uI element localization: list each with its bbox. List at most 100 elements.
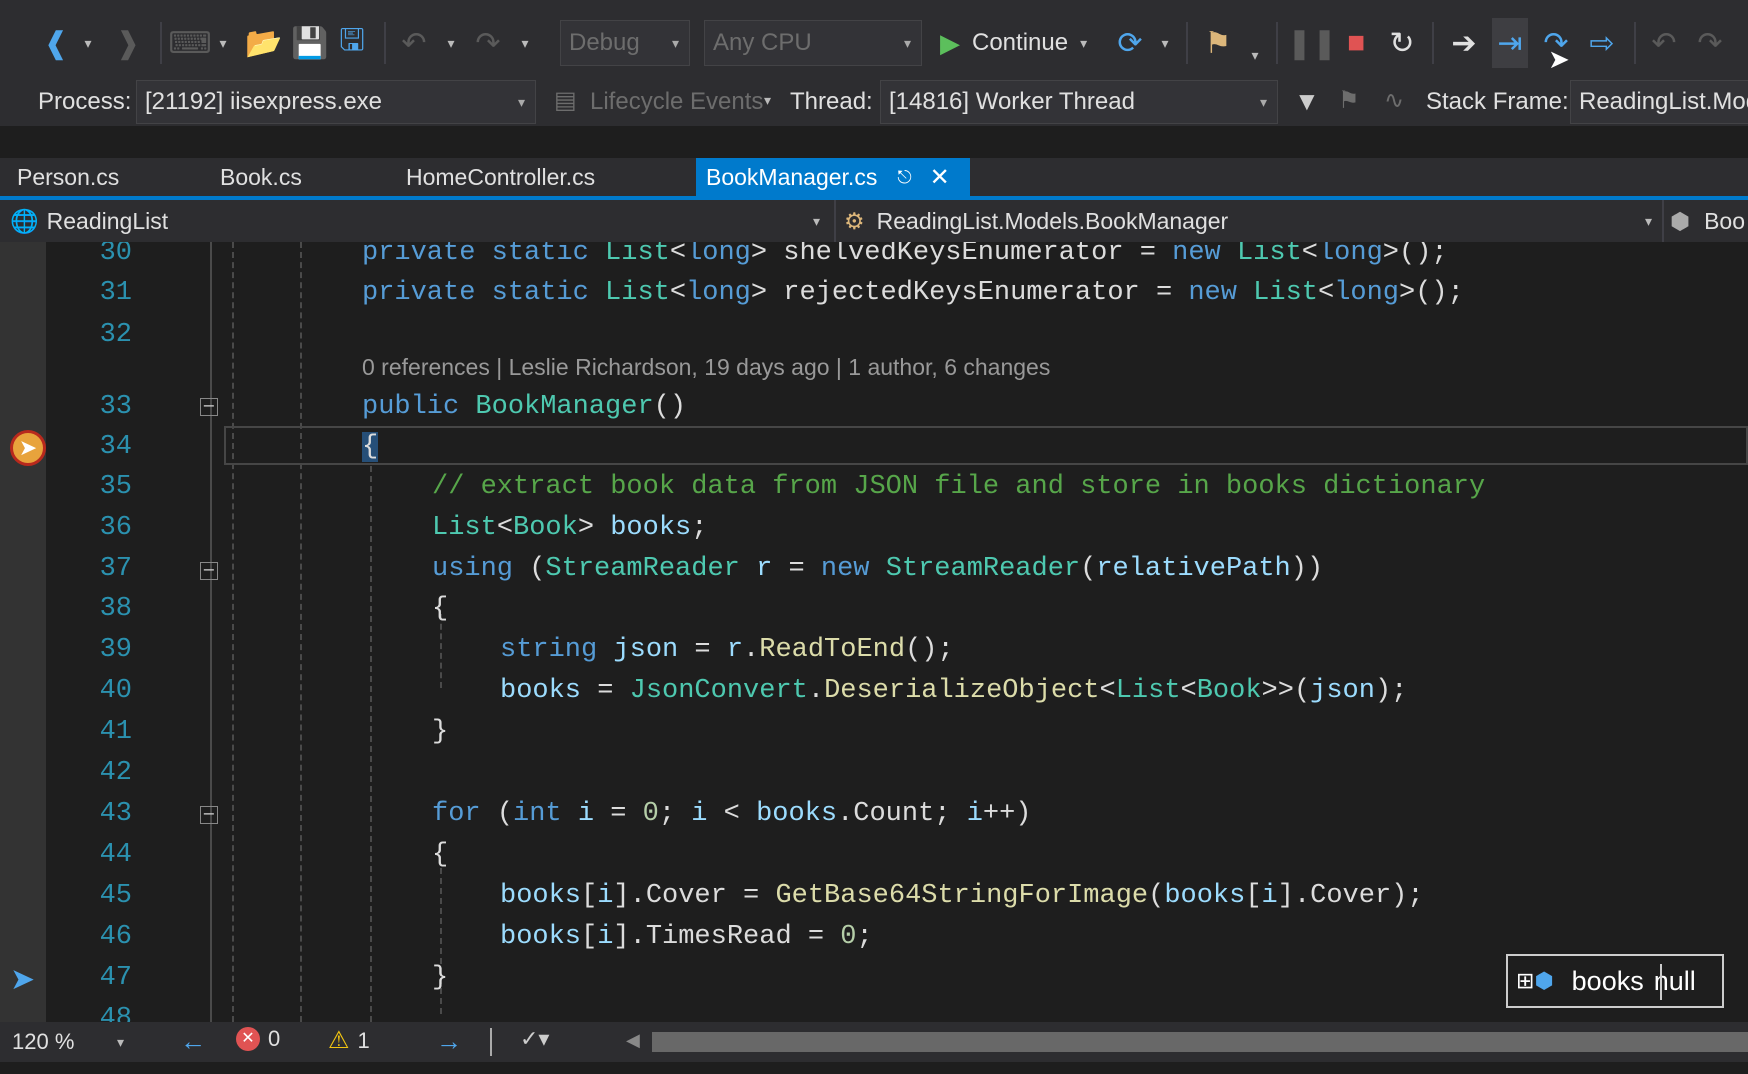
play-icon: ▶ — [940, 27, 960, 58]
code-line[interactable]: 31 private static List<long> rejectedKey… — [0, 274, 1748, 315]
step-back-icon[interactable]: ↶ — [1646, 18, 1682, 68]
code-line[interactable]: 39 string json = r.ReadToEnd(); — [0, 631, 1748, 672]
code-line[interactable]: 32 — [0, 316, 1748, 357]
code-line[interactable]: 41 } — [0, 713, 1748, 754]
flag-threads-icon[interactable]: ⚑ — [1338, 86, 1360, 115]
code-cleanup-icon[interactable]: ✓▾ — [520, 1026, 549, 1052]
line-number: 43 — [99, 799, 132, 829]
previous-issue-icon[interactable]: ← — [180, 1026, 206, 1057]
code-line[interactable]: 44 { — [0, 836, 1748, 877]
save-all-icon[interactable]: 🖫 — [334, 18, 370, 68]
code-line[interactable]: 37 using (StreamReader r = new StreamRea… — [0, 550, 1748, 591]
code-line[interactable]: 42 — [0, 754, 1748, 795]
project-dropdown[interactable]: 🌐 ReadingList ▾ — [10, 206, 820, 236]
scroll-left-icon[interactable]: ◀ — [626, 1030, 640, 1051]
code-line[interactable]: 30 private static List<long> shelvedKeys… — [0, 242, 1748, 275]
code-editor[interactable]: 0 references | Leslie Richardson, 19 day… — [0, 242, 1748, 1022]
platform-value: Any CPU — [713, 29, 812, 56]
code-line[interactable]: 46 books[i].TimesRead = 0; — [0, 918, 1748, 959]
code-line[interactable]: 48 — [0, 1000, 1748, 1022]
continue-button[interactable]: ▶ Continue ▾ — [940, 20, 1087, 66]
save-icon[interactable]: 💾 — [291, 18, 328, 68]
process-select[interactable]: [21192] iisexpress.exe ▾ — [136, 80, 536, 124]
toggle-external-code-icon[interactable]: ∿ — [1384, 86, 1404, 115]
restart-icon[interactable]: ↻ — [1384, 18, 1420, 68]
type-dropdown-icon: ▾ — [1644, 212, 1652, 229]
code-line[interactable]: 47 } — [0, 959, 1748, 1000]
browser-link-icon[interactable]: ⚑ — [1200, 18, 1236, 68]
line-number: 40 — [99, 676, 132, 706]
step-out-icon[interactable]: ⇨ — [1584, 18, 1620, 68]
new-dropdown-icon[interactable]: ▾ — [212, 18, 234, 68]
pin-icon[interactable]: ⎋ — [897, 167, 911, 188]
new-project-icon[interactable]: ⌨ — [168, 18, 211, 68]
line-number: 42 — [99, 758, 132, 788]
back-dropdown-icon[interactable]: ▾ — [76, 18, 100, 68]
code-line[interactable]: 36 List<Book> books; — [0, 509, 1748, 550]
line-number: 35 — [99, 472, 132, 502]
errors-indicator[interactable]: ✕ 0 — [236, 1026, 280, 1052]
next-issue-icon[interactable]: → — [436, 1026, 462, 1057]
thread-select[interactable]: [14816] Worker Thread ▾ — [880, 80, 1278, 124]
undo-icon[interactable]: ↶ — [396, 18, 432, 68]
code-line[interactable]: 34 { — [0, 428, 1748, 469]
code-line[interactable]: 40 books = JsonConvert.DeserializeObject… — [0, 672, 1748, 713]
platform-select[interactable]: Any CPU ▾ — [704, 20, 922, 66]
tab-book-cs[interactable]: Book.cs — [220, 158, 302, 196]
step-into-icon[interactable]: ⇥ — [1492, 18, 1528, 68]
toolbar-overflow-icon[interactable]: ▾ — [1244, 30, 1266, 80]
variable-icon: ⬢ — [1534, 968, 1554, 993]
debug-location-toolbar: Process: [21192] iisexpress.exe ▾ ▤ Lifec… — [0, 78, 1748, 126]
navigate-back-icon[interactable]: ❰ — [38, 18, 74, 68]
tab-bookmanager-cs[interactable]: BookManager.cs ⎋ ✕ — [696, 158, 970, 196]
project-dropdown-icon: ▾ — [812, 212, 820, 229]
stop-debugging-icon[interactable]: ■ — [1338, 18, 1374, 68]
hot-reload-icon[interactable]: ⟳ — [1112, 18, 1148, 68]
code-line[interactable]: 38 { — [0, 590, 1748, 631]
redo-icon[interactable]: ↷ — [470, 18, 506, 68]
navigation-bar: 🌐 ReadingList ▾ ⚙ ReadingList.Models.Boo… — [0, 200, 1748, 243]
warnings-indicator[interactable]: ⚠ 1 — [328, 1026, 370, 1055]
tab-homecontroller-cs[interactable]: HomeController.cs — [406, 158, 595, 196]
expand-icon[interactable]: ⊞ — [1516, 968, 1534, 994]
editor-status-bar: 120 % ▾ ← ✕ 0 ⚠ 1 → ✓▾ ◀ — [0, 1022, 1748, 1062]
navigate-forward-icon[interactable]: ❱ — [110, 18, 146, 68]
codelens[interactable]: 0 references | Leslie Richardson, 19 day… — [362, 354, 1050, 381]
code-line[interactable]: 45 books[i].Cover = GetBase64StringForIm… — [0, 877, 1748, 918]
code-line[interactable]: 43 for (int i = 0; i < books.Count; i++) — [0, 795, 1748, 836]
tab-person-cs[interactable]: Person.cs — [17, 158, 119, 196]
line-number: 30 — [99, 242, 132, 268]
open-folder-icon[interactable]: 📂 — [245, 18, 282, 68]
solution-config-value: Debug — [569, 29, 640, 56]
filter-icon[interactable]: ▼ — [1294, 86, 1320, 117]
line-number: 48 — [99, 1004, 132, 1022]
lifecycle-events-button[interactable]: Lifecycle Events — [590, 88, 763, 116]
separator — [1186, 22, 1188, 64]
line-number: 32 — [99, 320, 132, 350]
break-all-icon[interactable]: ❚❚ — [1287, 18, 1337, 68]
show-next-statement-icon[interactable]: ➔ — [1446, 18, 1482, 68]
tab-label: BookManager.cs — [706, 163, 878, 190]
lifecycle-events-icon: ▤ — [554, 87, 577, 114]
redo-dropdown-icon[interactable]: ▾ — [514, 18, 536, 68]
stack-frame-select[interactable]: ReadingList.Mod — [1570, 80, 1748, 124]
error-count: 0 — [268, 1026, 281, 1051]
close-tab-icon[interactable]: ✕ — [930, 163, 950, 192]
continue-dropdown-icon[interactable]: ▾ — [1080, 35, 1087, 52]
thread-value: [14816] Worker Thread — [889, 88, 1135, 115]
lifecycle-dropdown-icon[interactable]: ▾ — [764, 92, 771, 109]
type-dropdown[interactable]: ⚙ ReadingList.Models.BookManager ▾ — [844, 206, 1652, 236]
code-line[interactable]: 35 // extract book data from JSON file a… — [0, 468, 1748, 509]
code-line[interactable]: 33 public BookManager() — [0, 388, 1748, 429]
zoom-select[interactable]: 120 % ▾ — [12, 1028, 124, 1056]
undo-dropdown-icon[interactable]: ▾ — [440, 18, 462, 68]
debug-toolbar: ❰ ▾ ❱ ⌨ ▾ 📂 💾 🖫 ↶ ▾ ↷ ▾ Debug ▾ Any CPU ▾ … — [0, 0, 1748, 88]
separator — [384, 22, 386, 64]
error-icon: ✕ — [236, 1027, 260, 1051]
step-forward-icon[interactable]: ↷ — [1692, 18, 1728, 68]
member-dropdown[interactable]: ⬢ Boo — [1670, 206, 1748, 236]
horizontal-scrollbar-thumb[interactable] — [652, 1032, 1748, 1052]
hot-reload-dropdown-icon[interactable]: ▾ — [1154, 18, 1176, 68]
data-tip[interactable]: ⊞ ⬢ books null — [1506, 954, 1724, 1008]
solution-config-select[interactable]: Debug ▾ — [560, 20, 690, 66]
